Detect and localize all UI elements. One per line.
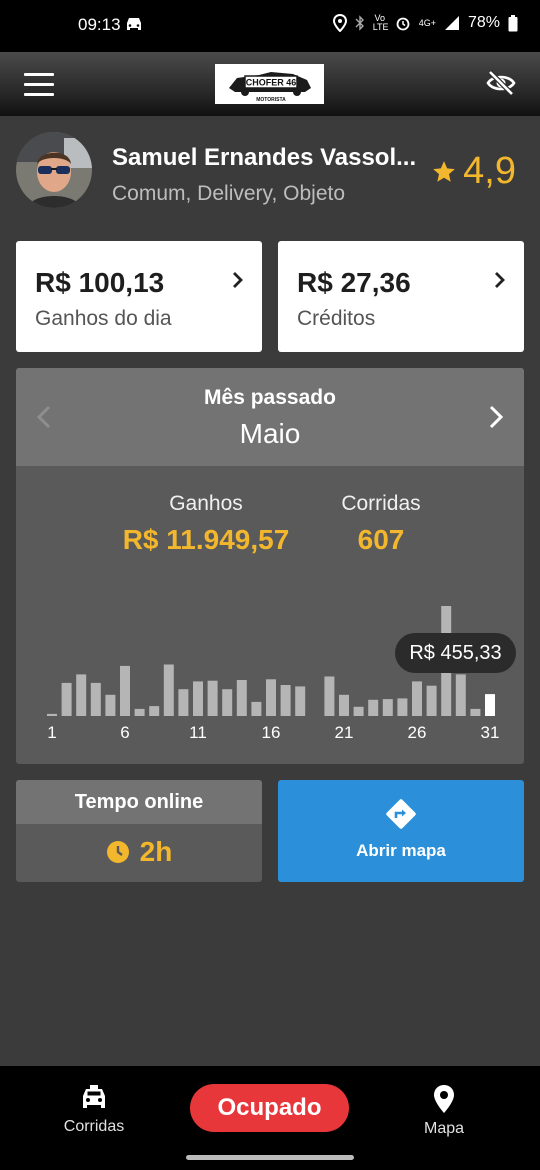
online-time-value: 2h	[139, 836, 173, 867]
rating-value: 4,9	[463, 150, 516, 192]
online-time-title: Tempo online	[16, 780, 262, 824]
credits-card[interactable]: R$ 27,36 Créditos	[278, 241, 524, 352]
battery-icon	[508, 14, 518, 31]
status-toggle-button[interactable]: Ocupado	[190, 1084, 349, 1132]
chart-bar-day-9[interactable]	[163, 664, 174, 717]
driver-services: Comum, Delivery, Objeto	[112, 182, 346, 205]
chart-tick-label: 31	[481, 723, 500, 742]
map-pin-icon	[434, 1085, 454, 1113]
chevron-right-icon[interactable]	[488, 404, 504, 430]
chart-bar-day-5[interactable]	[105, 694, 116, 716]
chart-bar-day-15[interactable]	[251, 701, 262, 716]
chart-bar-day-23[interactable]	[368, 699, 379, 716]
chart-bar-day-3[interactable]	[76, 674, 87, 716]
status-bar: 09:13 Vo LTE 4G+ 78%	[0, 0, 540, 52]
logo-text: CHOFER 46	[246, 78, 297, 88]
driver-rating: 4,9	[431, 150, 516, 193]
chart-bar-day-27[interactable]	[426, 685, 437, 716]
avatar	[16, 132, 92, 208]
credits-value: R$ 27,36	[297, 267, 411, 298]
chart-tick-label: 21	[335, 723, 354, 742]
chart-bar-day-13[interactable]	[222, 689, 233, 716]
chart-tick-label: 26	[408, 723, 427, 742]
chart-tick-label: 16	[262, 723, 281, 742]
clock-icon	[106, 841, 129, 863]
battery-percent: 78%	[467, 14, 500, 31]
directions-icon	[386, 799, 416, 829]
driver-name: Samuel Ernandes Vassol...	[112, 144, 417, 171]
chart-bar-day-21[interactable]	[339, 694, 349, 716]
chart-bar-day-30[interactable]	[470, 708, 481, 716]
car-icon	[127, 18, 141, 30]
chart-bar-day-2[interactable]	[61, 682, 72, 716]
taxi-icon	[83, 1085, 105, 1108]
chart-bar-day-22[interactable]	[353, 706, 364, 716]
chart-bar-day-10[interactable]	[178, 689, 189, 716]
chart-bar-day-14[interactable]	[236, 680, 247, 716]
chart-bar-day-7[interactable]	[134, 708, 145, 716]
home-indicator	[186, 1155, 354, 1160]
driver-profile: Samuel Ernandes Vassol... Comum, Deliver…	[16, 132, 524, 210]
app-bar: CHOFER 46 MOTORISTA	[0, 52, 540, 116]
rides-value: 607	[357, 524, 405, 555]
chevron-right-icon	[233, 272, 243, 288]
nav-rides-label: Corridas	[63, 1118, 125, 1135]
visibility-off-icon[interactable]	[486, 70, 516, 96]
chart-bar-day-6[interactable]	[120, 665, 130, 716]
credits-label: Créditos	[297, 307, 376, 330]
nav-map-label: Mapa	[423, 1120, 465, 1137]
chart-bar-day-17[interactable]	[280, 685, 291, 716]
bottom-navigation: Corridas Ocupado Mapa	[0, 1066, 540, 1170]
star-icon	[433, 160, 456, 182]
app-logo: CHOFER 46 MOTORISTA	[215, 64, 324, 104]
chart-bar-day-26[interactable]	[412, 681, 422, 716]
chart-bar-day-8[interactable]	[149, 706, 160, 716]
volte-indicator: Vo LTE	[372, 13, 389, 32]
location-icon	[332, 14, 347, 32]
chart-bar-day-1[interactable]	[47, 713, 57, 716]
daily-earnings-card[interactable]: R$ 100,13 Ganhos do dia	[16, 241, 262, 352]
earnings-value: R$ 11.949,57	[122, 524, 290, 555]
chart-tick-label: 11	[189, 723, 207, 742]
open-map-label: Abrir mapa	[356, 841, 446, 860]
chevron-right-icon	[495, 272, 505, 288]
online-time: 2h	[16, 836, 262, 868]
chart-tick-label: 6	[120, 723, 129, 742]
bluetooth-icon	[355, 15, 364, 31]
logo-subtext: MOTORISTA	[256, 97, 286, 103]
chart-bar-day-4[interactable]	[90, 682, 101, 716]
daily-earnings-label: Ganhos do dia	[35, 307, 172, 330]
chart-tick-label: 1	[47, 723, 56, 742]
chart-bar-day-20[interactable]	[324, 676, 335, 717]
month-period-label: Mês passado	[204, 386, 336, 409]
chart-bar-day-31[interactable]	[485, 694, 495, 716]
open-map-button[interactable]: Abrir mapa	[278, 780, 524, 882]
month-selector: Mês passado Maio	[16, 368, 524, 466]
signal-icon	[444, 16, 459, 30]
chart-bar-day-18[interactable]	[295, 686, 306, 716]
menu-icon[interactable]	[24, 70, 56, 98]
network-type: 4G+	[418, 17, 436, 28]
alarm-icon	[396, 17, 410, 31]
nav-map[interactable]: Mapa	[394, 1084, 494, 1138]
logo-graphic: CHOFER 46 MOTORISTA	[229, 72, 311, 103]
chart-bar-day-12[interactable]	[207, 680, 218, 716]
chart-bar-day-16[interactable]	[266, 679, 276, 716]
status-time: 09:13	[78, 15, 121, 34]
earnings-label: Ganhos	[169, 492, 243, 515]
month-name: Maio	[239, 418, 301, 449]
online-time-card: Tempo online 2h	[16, 780, 262, 882]
chart-bar-day-25[interactable]	[397, 698, 408, 716]
chart-bar-day-24[interactable]	[382, 699, 393, 716]
daily-earnings-value: R$ 100,13	[35, 267, 165, 298]
chart-bar-day-11[interactable]	[193, 681, 203, 716]
chart-bar-day-29[interactable]	[455, 674, 466, 716]
rides-label: Corridas	[341, 492, 421, 515]
monthly-summary: Mês passado Maio Ganhos R$ 11.949,57 Cor…	[16, 368, 524, 764]
nav-rides[interactable]: Corridas	[44, 1084, 144, 1136]
chart-tooltip: R$ 455,33	[395, 633, 516, 673]
